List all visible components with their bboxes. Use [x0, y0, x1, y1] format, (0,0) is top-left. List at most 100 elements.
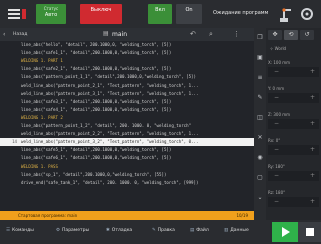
mode-status-button[interactable]: Статус Авто — [36, 4, 66, 24]
edit-icon[interactable]: ✎ — [256, 94, 264, 102]
plus-icon[interactable]: + — [310, 94, 315, 101]
minus-icon[interactable]: − — [274, 68, 279, 75]
code-text: line_abs("pattern_point_1_2", "detail", … — [21, 123, 192, 128]
code-text: line_abs("safe1_1", "detail",200.1000,0,… — [21, 50, 172, 56]
code-text: line_abs("safe4_1", "detail",200.1000,0,… — [21, 106, 172, 112]
mode-status-value: Авто — [44, 12, 58, 18]
undo-icon[interactable]: ↶ — [190, 30, 196, 38]
plus-icon[interactable]: + — [310, 198, 315, 205]
nav-data-label: Данные — [230, 228, 249, 233]
frame-name: World — [274, 46, 287, 51]
copy-icon[interactable]: ❐ — [256, 34, 264, 42]
code-text: line_abs("sp_1", "detail",200.1000,0,"we… — [21, 171, 167, 177]
nav-commands[interactable]: ☰ Команды — [6, 228, 34, 233]
plus-icon[interactable]: + — [310, 146, 315, 153]
program-status-text: Стартовая программа: main — [18, 213, 78, 218]
code-text: weld_line_abs("pattern_point_2_1", "Test… — [21, 82, 199, 88]
code-line[interactable]: WELDING 1. PASS — [0, 163, 254, 171]
code-line[interactable]: line_abs("safe4_1", "detail",200.1000,0,… — [0, 106, 254, 114]
code-text: weld_line_abs("pattern_point_3_1", "Test… — [21, 90, 199, 96]
joint-mode-icon[interactable]: ⟲ — [284, 30, 298, 40]
code-line[interactable]: weld_line_abs("pattern_point_2_2", "Test… — [0, 130, 254, 138]
coord-label: X: 100 mm — [268, 60, 291, 65]
list-icon: ☰ — [6, 228, 11, 233]
code-line[interactable]: line_abs("sp_1", "detail",200.1000,0,"we… — [0, 171, 254, 179]
code-line[interactable]: line_abs("safe1_1", "detail",200.1000,0,… — [0, 49, 254, 57]
back-chevron-icon[interactable]: ‹ — [3, 31, 5, 38]
play-icon — [282, 227, 290, 237]
code-line[interactable]: line_abs("safe3_1", "detail",200.1000,0,… — [0, 98, 254, 106]
delete-icon[interactable]: ✕ — [256, 134, 264, 142]
back-label[interactable]: Назад — [13, 32, 27, 37]
editor-toolbar: ❐ ▣ ≡ ✎ ◫ ✕ ◉ ▢ ⌄ — [254, 28, 266, 220]
wrap-icon[interactable]: ▢ — [256, 174, 264, 182]
code-line[interactable]: 14 weld_line_abs("pattern_point_3_2", "Te… — [0, 138, 254, 147]
coord-label: Ry: 180° — [268, 164, 285, 169]
plus-icon[interactable]: + — [310, 172, 315, 179]
code-line[interactable] — [0, 187, 254, 195]
chevron-down-icon[interactable]: ⌄ — [256, 194, 264, 202]
plus-icon[interactable]: + — [310, 68, 315, 75]
coord-label: Z: 300 mm — [268, 112, 291, 117]
code-line[interactable]: drive_end("safe_tank_1", "detail", 200. … — [0, 179, 254, 187]
bug-icon: ✱ — [106, 228, 110, 233]
code-line[interactable]: WELDING 1. PART 2 — [0, 114, 254, 122]
code-line[interactable]: line_abs("safe2_1", "detail",200.1000,0,… — [0, 65, 254, 73]
code-line[interactable]: line_abs("hello", "detail", 200.1000,0, … — [0, 41, 254, 49]
minus-icon[interactable]: − — [274, 146, 279, 153]
minus-icon[interactable]: − — [274, 172, 279, 179]
code-editor[interactable]: line_abs("hello", "detail", 200.1000,0, … — [0, 41, 254, 211]
nav-edit[interactable]: ✎ Правка — [152, 228, 175, 233]
io-status-button[interactable]: On — [176, 4, 202, 24]
nav-file-label: Файл — [196, 228, 209, 233]
code-line[interactable]: weld_line_abs("pattern_point_2_1", "Test… — [0, 82, 254, 90]
settings-gear-icon[interactable] — [296, 5, 318, 23]
breakpoint-icon[interactable]: ◉ — [256, 154, 264, 162]
code-line[interactable]: weld_line_abs("pattern_point_3_1", "Test… — [0, 90, 254, 98]
stop-button[interactable] — [298, 222, 321, 242]
motors-status-button[interactable]: Выключ — [80, 4, 122, 24]
io-status-value: On — [185, 7, 193, 13]
rotate-icon[interactable]: ↺ — [300, 30, 314, 40]
jog-panel: ✥ ⟲ ↺ ⊹ World X: 100 mm − + Y: 0 mm − + Z: 300… — [266, 28, 321, 220]
search-icon[interactable]: ⌕ — [209, 30, 213, 39]
pencil-icon: ✎ — [152, 228, 156, 233]
nav-parameters[interactable]: ⚙ Параметры — [56, 228, 89, 233]
code-text: line_abs("hello", "detail", 200.1000,0, … — [21, 42, 172, 47]
layers-icon[interactable]: ◫ — [256, 114, 264, 122]
minus-icon[interactable]: − — [274, 94, 279, 101]
move-cross-icon[interactable]: ✥ — [268, 30, 282, 40]
code-line[interactable] — [0, 195, 254, 203]
code-line[interactable]: WELDING 1. PART 1 — [0, 57, 254, 65]
mode-status-title: Статус — [43, 6, 59, 11]
code-line[interactable]: line_abs("safe5_1", "detail",200.1000,0,… — [0, 146, 254, 154]
run-play-button[interactable] — [272, 222, 298, 242]
editor-header: ‹ Назад ▤ main ↶ ⌕ ⋮ — [0, 28, 254, 41]
nav-parameters-label: Параметры — [62, 228, 89, 233]
minus-icon[interactable]: − — [274, 198, 279, 205]
plus-icon[interactable]: + — [310, 120, 315, 127]
code-text: weld_line_abs("pattern_point_2_2", "Test… — [21, 131, 199, 137]
insert-line-icon[interactable]: ≡ — [256, 74, 264, 82]
nav-data[interactable]: ▥ Данные — [224, 228, 249, 233]
nav-file[interactable]: ▤ Файл — [190, 228, 209, 233]
paste-icon[interactable]: ▣ — [256, 54, 264, 62]
code-text: line_abs("safe5_1", "detail",200.1000,0,… — [21, 147, 172, 153]
code-text: line_abs("safe6_1", "detail",200.1000,0,… — [21, 155, 172, 161]
nav-debug[interactable]: ✱ Отладка — [106, 228, 132, 233]
stop-icon — [306, 228, 314, 236]
code-line[interactable]: line_abs("pattern_point_1_1", "detail",2… — [0, 73, 254, 81]
file-icon: ▤ — [103, 30, 109, 37]
menu-logo-icon[interactable] — [6, 7, 28, 21]
database-icon: ▥ — [224, 228, 229, 233]
code-line[interactable]: line_abs("safe6_1", "detail",200.1000,0,… — [0, 154, 254, 162]
top-bar: Статус Авто Выключ Вкл On Ожидание прогр… — [0, 0, 321, 28]
nav-debug-label: Отладка — [111, 228, 133, 233]
more-vertical-icon[interactable]: ⋮ — [233, 30, 240, 38]
program-status-right: 10/19 — [236, 213, 248, 218]
power-status-value: Вкл — [155, 7, 165, 13]
line-number: 14 — [12, 139, 17, 145]
code-line[interactable]: line_abs("pattern_point_1_2", "detail", … — [0, 122, 254, 130]
minus-icon[interactable]: − — [274, 120, 279, 127]
power-status-button[interactable]: Вкл — [148, 4, 172, 24]
